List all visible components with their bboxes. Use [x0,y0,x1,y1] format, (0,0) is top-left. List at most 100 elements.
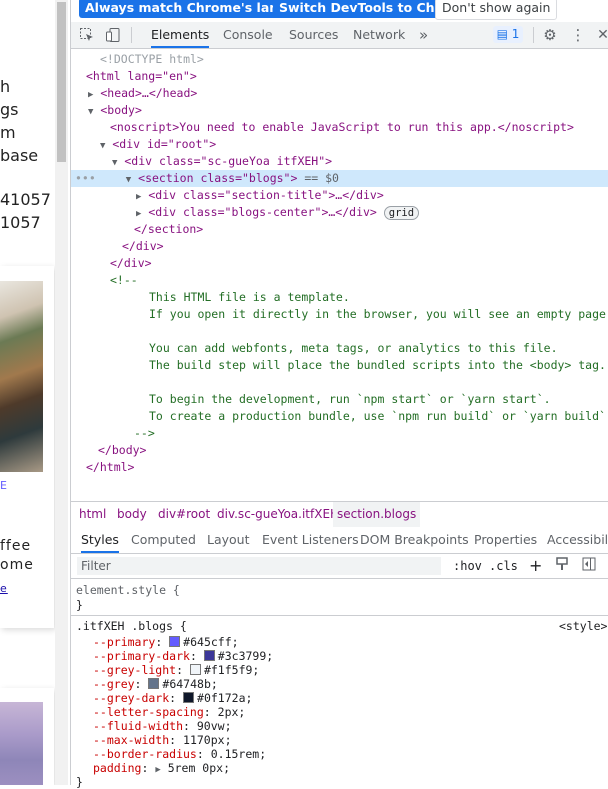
body-close-tag: </body> [98,443,147,457]
section-title-tag: <div class="section-title">…</div> [148,188,384,202]
css-property-name: --border-radius [93,747,197,761]
tab-event-listeners[interactable]: Event Listeners [262,527,359,553]
collapse-triangle-icon[interactable]: ▼ [88,107,93,117]
sc-div-tag: <div class="sc-gueYoa itfXEH"> [124,154,333,168]
close-icon[interactable]: ✕ [595,27,608,43]
html-close-tag: </html> [86,460,135,474]
css-property-name: --primary-dark [93,649,190,663]
node-actions-icon[interactable]: ••• [71,171,96,185]
hov-toggle[interactable]: :hov [453,557,482,575]
blog-card[interactable] [0,688,54,785]
tab-dom-breakpoints[interactable]: DOM Breakpoints [360,527,469,553]
tab-styles[interactable]: Styles [81,527,119,553]
css-property-row[interactable]: --fluid-width: 90vw; [93,719,232,733]
css-property-row[interactable]: --grey-dark: #0f172a; [93,691,252,705]
css-property-value: #64748b [162,677,211,691]
issues-button[interactable]: ▤ 1 [493,26,523,43]
rule-selector[interactable]: .itfXEH .blogs { [76,619,187,633]
tab-console[interactable]: Console [223,22,273,48]
breadcrumb-html[interactable]: html [75,502,110,527]
elements-subtabs: Styles Computed Layout Event Listeners D… [71,527,608,554]
color-swatch-icon[interactable] [183,692,195,703]
page-scrollbar-thumb[interactable] [57,2,66,162]
breadcrumb-section[interactable]: section.blogs [333,502,421,527]
expand-triangle-icon[interactable]: ▶ [155,765,160,775]
dom-node-body[interactable]: ▼ <body> [71,102,608,119]
css-property-row[interactable]: --primary: #645cff; [93,635,239,649]
gear-icon[interactable]: ⚙ [542,27,558,43]
breadcrumb-root[interactable]: div#root [154,502,214,527]
more-tabs-button[interactable]: » [419,22,428,48]
rule-source-link[interactable]: <style> [559,619,607,633]
css-property-row[interactable]: --grey-light: #f1f5f9; [93,663,259,677]
breadcrumb-sc-div[interactable]: div.sc-gueYoa.itfXEH [213,502,343,527]
css-property-value: 5rem 0px [167,761,224,775]
blog-card-title: ffee [0,538,32,554]
inspect-icon[interactable] [79,27,95,43]
css-property-row[interactable]: --grey: #64748b; [93,677,218,691]
tab-sources[interactable]: Sources [289,22,338,48]
color-swatch-icon[interactable] [169,636,181,647]
expand-triangle-icon[interactable]: ▶ [88,90,93,100]
dom-node-section-title[interactable]: ▶ <div class="section-title">…</div> [71,187,608,204]
collapse-triangle-icon[interactable]: ▼ [126,175,131,185]
css-property-row[interactable]: --max-width: 1170px; [93,733,232,747]
filter-input[interactable]: Filter [77,557,441,575]
new-rule-button[interactable]: + [529,557,542,575]
expand-triangle-icon[interactable]: ▶ [136,192,141,202]
css-property-row[interactable]: --border-radius: 0.15rem; [93,747,266,761]
color-swatch-icon[interactable] [189,664,201,675]
blog-card-link[interactable]: e [0,582,8,595]
color-swatch-icon[interactable] [203,650,215,661]
tab-layout[interactable]: Layout [207,527,250,553]
color-swatch-icon[interactable] [148,678,160,689]
dom-node-root[interactable]: ▼ <div id="root"> [71,136,608,153]
dom-node-html-close[interactable]: </html> [71,459,608,476]
dont-show-again-button[interactable]: Don't show again [435,0,558,20]
dom-node-noscript[interactable]: <noscript>You need to enable JavaScript … [71,119,608,136]
issues-icon: ▤ [496,27,508,41]
dom-node-section-close[interactable]: </section> [71,221,608,238]
element-style-selector[interactable]: element.style { [76,583,180,597]
styles-pane: element.style { } .itfXEH .blogs { <styl… [71,579,608,789]
dom-node-head[interactable]: ▶ <head>…</head> [71,85,608,102]
device-toggle-icon[interactable] [105,27,121,43]
blog-card-image [0,702,43,785]
section-close-tag: </section> [134,222,204,236]
css-property-row[interactable]: --letter-spacing: 2px; [93,705,245,719]
tab-elements[interactable]: Elements [151,22,210,48]
dom-node-comment[interactable]: <!-- [71,272,608,289]
dom-node-doctype[interactable]: <!DOCTYPE html> [71,51,608,68]
dom-node-section-selected[interactable]: ••• ▼ <section class="blogs"> == $0 [71,170,608,187]
blog-card[interactable]: E ffee ome e [0,266,54,628]
css-property-row[interactable]: --primary-dark: #3c3799; [93,649,273,663]
css-property-value: #f1f5f9 [203,663,253,677]
dom-node-html[interactable]: <html lang="en"> [71,68,608,85]
comment-close: --> [134,426,155,440]
dom-node-body-close[interactable]: </body> [71,442,608,459]
dom-node-sc-div[interactable]: ▼ <div class="sc-gueYoa itfXEH"> [71,153,608,170]
cls-toggle[interactable]: .cls [489,557,518,575]
toggle-sidebar-icon[interactable] [582,557,596,575]
tab-properties[interactable]: Properties [474,527,537,553]
tab-accessibility[interactable]: Accessibility [547,527,608,553]
html-open-tag: <html lang="en"> [86,69,197,83]
div-close-tag: </div> [122,239,164,253]
expand-triangle-icon[interactable]: ▶ [136,209,141,219]
tab-network[interactable]: Network [353,22,405,48]
paint-flashing-icon[interactable] [555,557,569,575]
page-text-line: base [0,146,39,165]
grid-badge[interactable]: grid [383,206,420,220]
dom-node-div-close[interactable]: </div> [71,255,608,272]
breadcrumb-body[interactable]: body [113,502,151,527]
collapse-triangle-icon[interactable]: ▼ [100,141,105,151]
comment-line [71,374,608,391]
tab-computed[interactable]: Computed [131,527,196,553]
css-property-row[interactable]: padding: ▶ 5rem 0px; [93,761,230,777]
page-viewport: h gs m base 41057 1057 E ffee ome e [0,0,68,785]
blog-card-image [0,281,43,472]
kebab-menu-icon[interactable]: ⋮ [570,27,586,43]
dom-node-div-close[interactable]: </div> [71,238,608,255]
collapse-triangle-icon[interactable]: ▼ [112,158,117,168]
dom-node-blogs-center[interactable]: ▶ <div class="blogs-center">…</div> grid [71,204,608,221]
